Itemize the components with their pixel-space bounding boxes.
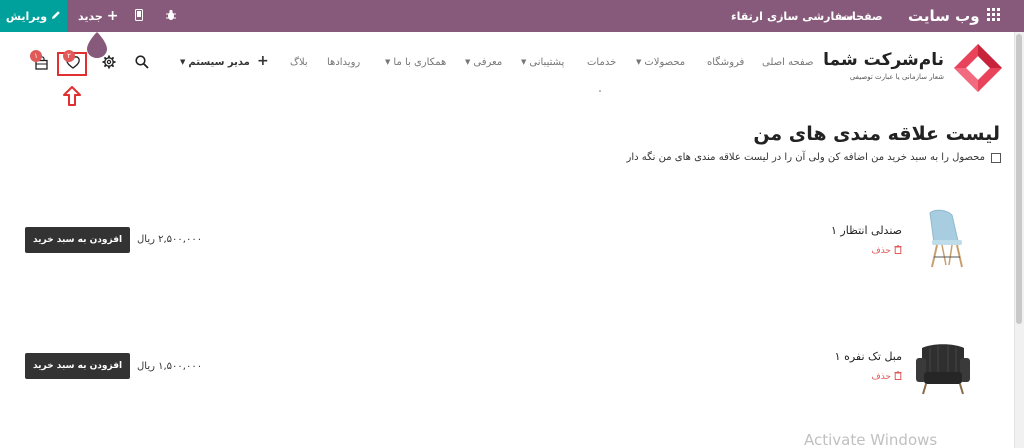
search-button[interactable] [134, 54, 150, 70]
logo-mark-icon [954, 44, 1002, 92]
chevron-down-icon: ▼ [521, 58, 527, 66]
new-label: جدید [78, 9, 103, 23]
trash-icon [894, 371, 902, 383]
product-price: ۱,۵۰۰,۰۰۰ ریال [137, 361, 203, 372]
plus-icon: + [257, 53, 269, 69]
plus-icon: + [106, 8, 119, 24]
chevron-down-icon: ▼ [180, 58, 186, 66]
site-title-label: وب سایت [908, 7, 980, 25]
wishlist-row: صندلی انتظار ۱ حذف ۲,۵۰۰,۰۰۰ ریال افزودن… [0, 205, 1014, 275]
nav-products-label: محصولات [644, 56, 686, 68]
divider [599, 90, 601, 92]
product-name[interactable]: صندلی انتظار ۱ [831, 224, 902, 237]
add-menu-button[interactable]: + [257, 53, 269, 69]
chevron-down-icon: ▼ [636, 58, 642, 66]
website-title[interactable]: وب سایت [908, 0, 980, 32]
activate-windows-watermark: Activate Windows [804, 431, 938, 448]
scrollbar-thumb[interactable] [1016, 34, 1022, 324]
remove-label: حذف [871, 246, 891, 256]
remove-label: حذف [871, 372, 891, 382]
pencil-icon [51, 10, 61, 23]
keep-in-wishlist-label: محصول را به سبد خرید من اضافه کن ولی آن … [626, 152, 985, 163]
nav-shop-label: فروشگاه [707, 56, 745, 68]
new-button[interactable]: جدید + [78, 0, 119, 32]
debug-button[interactable] [165, 0, 177, 32]
user-menu[interactable]: ▼ مدیر سیستم [180, 54, 250, 70]
nav-blog-label: بلاگ [290, 56, 308, 68]
cart-count-badge: ۱ [30, 50, 42, 62]
edit-label: ویرایش [5, 9, 48, 23]
topbar-menu-upgrade[interactable]: ارتقاء [731, 0, 763, 32]
keep-in-wishlist-checkbox[interactable] [991, 152, 1001, 163]
wishlist-row: مبل تک نفره ۱ حذف ۱,۵۰۰,۰۰۰ ریال افزودن … [0, 340, 1014, 410]
grid-icon [987, 8, 1000, 24]
add-to-cart-button[interactable]: افزودن به سبد خرید [25, 227, 130, 253]
nav-about[interactable]: ▼ معرفی [465, 54, 502, 70]
remove-link[interactable]: حذف [871, 245, 902, 257]
brand-name: نام‌شرکت شما [823, 50, 944, 70]
wishlist-count-badge: ۲ [63, 50, 75, 62]
nav-services-label: خدمات [587, 56, 617, 68]
nav-support-label: پشتیبانی [529, 56, 565, 68]
chevron-down-icon: ▼ [385, 58, 391, 66]
edit-button[interactable]: ویرایش [0, 0, 67, 32]
nav-support[interactable]: ▼ پشتیبانی [521, 54, 564, 70]
nav-shop[interactable]: فروشگاه [707, 54, 744, 70]
admin-topbar: ویرایش جدید + ارتقاء سفارشی سازی صفحات و… [0, 0, 1024, 32]
user-name: مدیر سیستم [188, 56, 250, 68]
keep-in-wishlist-option[interactable]: محصول را به سبد خرید من اضافه کن ولی آن … [627, 152, 1001, 163]
remove-link[interactable]: حذف [871, 371, 902, 383]
chevron-down-icon: ▼ [465, 58, 471, 66]
mobile-icon [135, 8, 143, 24]
settings-button[interactable] [101, 54, 117, 70]
upgrade-label: ارتقاء [731, 9, 763, 23]
trash-icon [894, 245, 902, 257]
nav-home[interactable]: صفحه اصلی [762, 54, 813, 70]
site-header: نام‌شرکت شما شعار سازمانی یا عبارت توصیف… [0, 32, 1014, 98]
nav-careers[interactable]: ▼ همکاری با ما [385, 54, 446, 70]
nav-services[interactable]: خدمات [587, 54, 616, 70]
bug-icon [165, 9, 177, 24]
apps-menu-button[interactable] [987, 0, 1000, 32]
brand-slogan: شعار سازمانی یا عبارت توصیفی [849, 73, 944, 81]
chair-image [929, 209, 963, 268]
nav-about-label: معرفی [473, 56, 503, 68]
page: ویرایش جدید + ارتقاء سفارشی سازی صفحات و… [0, 0, 1024, 448]
armchair-image [916, 344, 970, 395]
nav-home-label: صفحه اصلی [762, 56, 814, 68]
add-to-cart-button[interactable]: افزودن به سبد خرید [25, 353, 130, 379]
page-title: لیست علاقه مندی های من [753, 123, 1000, 145]
nav-products[interactable]: ▼ محصولات [636, 54, 685, 70]
company-logo[interactable]: نام‌شرکت شما شعار سازمانی یا عبارت توصیف… [823, 42, 1004, 92]
topbar-menu-pages[interactable]: صفحات [841, 0, 883, 32]
nav-events[interactable]: رویدادها [327, 54, 360, 70]
mobile-preview-button[interactable] [135, 0, 143, 32]
product-price: ۲,۵۰۰,۰۰۰ ریال [137, 234, 203, 245]
nav-events-label: رویدادها [327, 56, 361, 68]
nav-careers-label: همکاری با ما [393, 56, 447, 68]
product-name[interactable]: مبل تک نفره ۱ [835, 350, 902, 363]
gear-icon [102, 55, 116, 69]
search-icon [135, 55, 149, 69]
nav-blog[interactable]: بلاگ [290, 54, 308, 70]
arrow-up-icon [63, 86, 81, 106]
pages-label: صفحات [841, 9, 883, 23]
